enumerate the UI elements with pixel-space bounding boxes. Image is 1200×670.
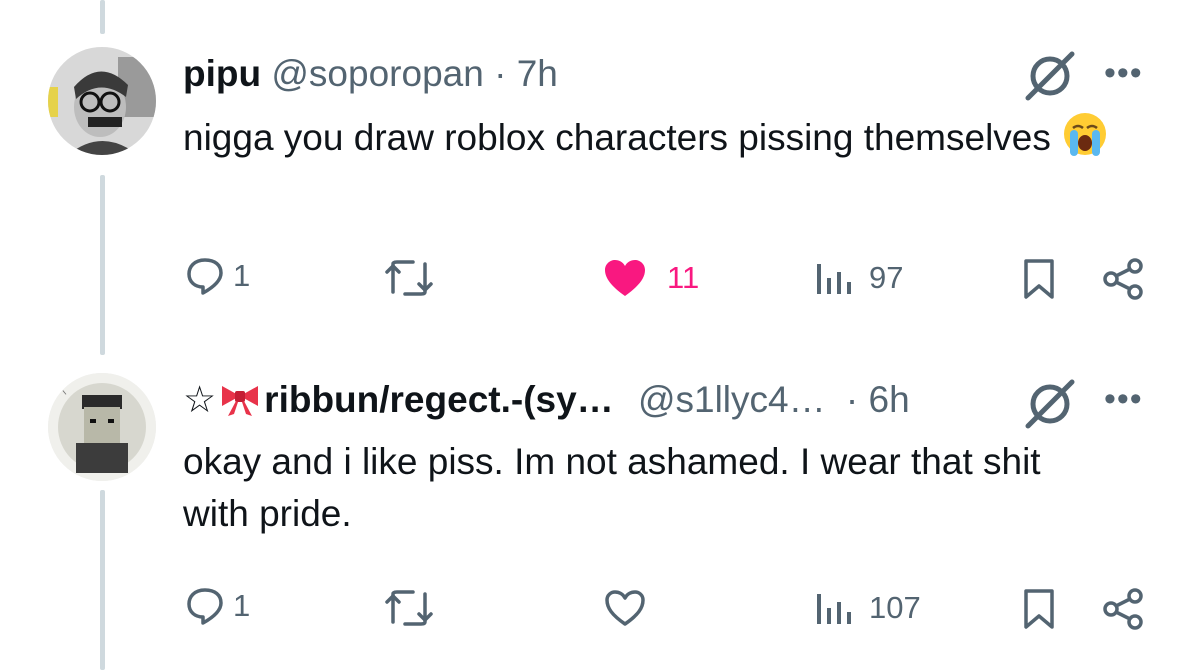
grok-icon[interactable]: [1022, 374, 1078, 430]
share-button[interactable]: [1102, 258, 1146, 300]
heart-outline-icon: [605, 590, 645, 626]
share-icon: [1103, 258, 1143, 300]
retweet-button[interactable]: [383, 588, 435, 628]
avatar[interactable]: [48, 47, 156, 155]
views-button[interactable]: 97: [815, 260, 903, 296]
separator-dot: ·: [494, 53, 507, 94]
avatar[interactable]: ᐠ: [48, 373, 156, 481]
share-icon: [1103, 588, 1143, 630]
retweet-icon: [385, 260, 433, 296]
more-options-icon[interactable]: •••: [1104, 56, 1143, 90]
bookmark-button[interactable]: [1022, 258, 1056, 300]
user-handle[interactable]: @soporopan: [271, 53, 483, 94]
separator-dot: ·: [845, 379, 859, 420]
tweet-header: ☆ ribbun/regect.-(sy… @s1llyc4… · 6h: [183, 378, 910, 422]
loudly-crying-face-icon: [1064, 113, 1107, 156]
analytics-icon: [817, 264, 851, 294]
more-options-icon[interactable]: •••: [1104, 382, 1143, 416]
bookmark-icon: [1024, 589, 1054, 629]
tweet[interactable]: ᐠ ☆ ribbun/regect.-(sy… @s1llyc4… · 6h •…: [0, 340, 1200, 670]
retweet-button[interactable]: [383, 258, 435, 298]
reply-count: 1: [233, 258, 251, 293]
like-button[interactable]: [603, 588, 647, 628]
tweet-header: pipu @soporopan · 7h: [183, 52, 558, 96]
svg-text:ᐠ: ᐠ: [62, 388, 67, 402]
reply-count: 1: [233, 588, 251, 623]
retweet-icon: [385, 590, 433, 626]
display-name[interactable]: ribbun/regect.-(sy…: [264, 379, 614, 420]
tweet[interactable]: pipu @soporopan · 7h ••• nigga you draw …: [0, 0, 1200, 340]
tweet-text: okay and i like piss. Im not ashamed. I …: [183, 441, 1041, 534]
analytics-icon: [817, 594, 851, 624]
tweet-actions: 1 11 97: [0, 250, 1200, 310]
view-count: 97: [869, 260, 904, 295]
share-button[interactable]: [1102, 588, 1146, 630]
reply-button[interactable]: 1: [185, 256, 250, 296]
user-handle[interactable]: @s1llyc4…: [638, 379, 826, 420]
view-count: 107: [869, 590, 921, 625]
like-button[interactable]: 11: [603, 258, 699, 298]
tweet-actions: 1 107: [0, 580, 1200, 640]
ribbon-icon: [222, 386, 259, 416]
grok-icon[interactable]: [1022, 46, 1078, 102]
heart-filled-icon: [605, 260, 645, 296]
timestamp[interactable]: 6h: [869, 379, 910, 420]
reply-icon: [187, 588, 223, 625]
bookmark-icon: [1024, 259, 1054, 299]
bookmark-button[interactable]: [1022, 588, 1056, 630]
display-name[interactable]: pipu: [183, 53, 261, 94]
views-button[interactable]: 107: [815, 590, 921, 626]
reply-button[interactable]: 1: [185, 586, 250, 626]
like-count: 11: [667, 260, 700, 295]
reply-icon: [187, 258, 223, 295]
tweet-body: nigga you draw roblox characters pissing…: [183, 117, 1051, 158]
timestamp[interactable]: 7h: [517, 53, 558, 94]
name-star-prefix: ☆: [183, 379, 217, 420]
tweet-text: nigga you draw roblox characters pissing…: [183, 110, 1143, 164]
